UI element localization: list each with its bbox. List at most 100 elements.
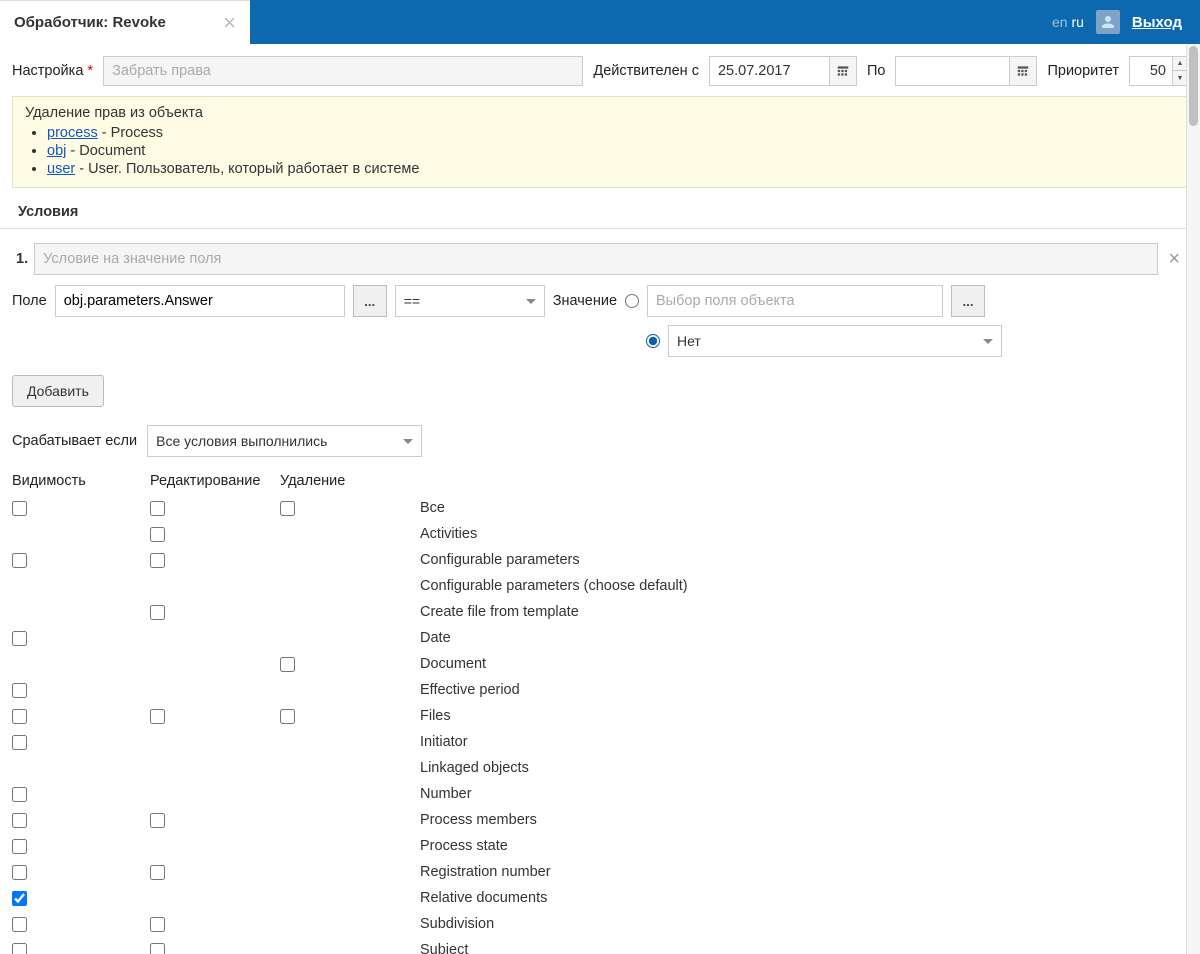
perm-label: Все: [420, 500, 1188, 516]
perm-row: Relative documents: [12, 885, 1188, 911]
visibility-checkbox[interactable]: [12, 891, 27, 906]
valid-from-input[interactable]: [709, 56, 829, 86]
edit-checkbox[interactable]: [150, 709, 165, 724]
visibility-checkbox[interactable]: [12, 683, 27, 698]
perm-label: Number: [420, 786, 1188, 802]
perm-label: Create file from template: [420, 604, 1188, 620]
perm-row: Initiator: [12, 729, 1188, 755]
calendar-icon[interactable]: [1009, 56, 1037, 86]
visibility-checkbox[interactable]: [12, 917, 27, 932]
perm-row: Registration number: [12, 859, 1188, 885]
lang-ru[interactable]: ru: [1071, 14, 1083, 30]
perm-label: Process members: [420, 812, 1188, 828]
trigger-label: Срабатывает если: [12, 433, 137, 449]
vertical-scrollbar[interactable]: [1186, 44, 1200, 954]
visibility-checkbox[interactable]: [12, 501, 27, 516]
perm-row: Process members: [12, 807, 1188, 833]
info-panel: Удаление прав из объекта process - Proce…: [12, 96, 1188, 188]
value-browse-button[interactable]: ...: [951, 285, 985, 317]
edit-checkbox[interactable]: [150, 553, 165, 568]
avatar-icon[interactable]: [1096, 10, 1120, 34]
logout-link[interactable]: Выход: [1132, 14, 1182, 31]
visibility-checkbox[interactable]: [12, 709, 27, 724]
settings-name-input[interactable]: [103, 56, 583, 86]
perm-label: Relative documents: [420, 890, 1188, 906]
perm-label: Configurable parameters: [420, 552, 1188, 568]
add-condition-button[interactable]: Добавить: [12, 375, 104, 407]
perm-row: Linkaged objects: [12, 755, 1188, 781]
value-label: Значение: [553, 293, 617, 309]
perm-label: Activities: [420, 526, 1188, 542]
calendar-icon[interactable]: [829, 56, 857, 86]
edit-checkbox[interactable]: [150, 527, 165, 542]
perm-row: Files: [12, 703, 1188, 729]
trigger-select[interactable]: Все условия выполнились: [147, 425, 422, 457]
lang-switch[interactable]: en ru: [1052, 14, 1084, 30]
visibility-checkbox[interactable]: [12, 839, 27, 854]
field-path-input[interactable]: [55, 285, 345, 317]
info-item: obj - Document: [47, 143, 1175, 159]
perm-label: Configurable parameters (choose default): [420, 578, 1188, 594]
perm-label: Effective period: [420, 682, 1188, 698]
perm-label: Subject: [420, 942, 1188, 954]
chevron-up-icon[interactable]: ▲: [1173, 57, 1187, 71]
condition-name-input[interactable]: [34, 243, 1158, 275]
perm-row: Number: [12, 781, 1188, 807]
perm-row: Create file from template: [12, 599, 1188, 625]
visibility-checkbox[interactable]: [12, 735, 27, 750]
valid-to-input[interactable]: [895, 56, 1009, 86]
visibility-checkbox[interactable]: [12, 813, 27, 828]
visibility-checkbox[interactable]: [12, 943, 27, 954]
visibility-checkbox[interactable]: [12, 553, 27, 568]
col-edit: Редактирование: [150, 473, 280, 489]
value-mode-field-radio[interactable]: [625, 294, 639, 308]
perm-label: Date: [420, 630, 1188, 646]
valid-to-label: По: [867, 63, 886, 79]
info-link[interactable]: process: [47, 125, 98, 141]
scrollbar-thumb[interactable]: [1189, 46, 1198, 126]
visibility-checkbox[interactable]: [12, 631, 27, 646]
chevron-down-icon: [526, 299, 536, 304]
priority-input[interactable]: [1129, 56, 1173, 86]
field-browse-button[interactable]: ...: [353, 285, 387, 317]
info-heading: Удаление прав из объекта: [25, 105, 1175, 121]
value-dropdown[interactable]: Нет: [668, 325, 1002, 357]
delete-checkbox[interactable]: [280, 709, 295, 724]
perm-row: Subdivision: [12, 911, 1188, 937]
field-label: Поле: [12, 293, 47, 309]
remove-condition-icon[interactable]: ×: [1164, 248, 1184, 271]
edit-checkbox[interactable]: [150, 943, 165, 954]
edit-checkbox[interactable]: [150, 865, 165, 880]
valid-from-label: Действителен с: [593, 63, 699, 79]
close-icon[interactable]: ×: [223, 10, 236, 36]
info-link[interactable]: user: [47, 161, 75, 177]
delete-checkbox[interactable]: [280, 657, 295, 672]
visibility-checkbox[interactable]: [12, 787, 27, 802]
value-mode-dropdown-radio[interactable]: [646, 334, 660, 348]
perm-label: Initiator: [420, 734, 1188, 750]
info-item: user - User. Пользователь, который работ…: [47, 161, 1175, 177]
lang-en[interactable]: en: [1052, 14, 1068, 30]
edit-checkbox[interactable]: [150, 605, 165, 620]
edit-checkbox[interactable]: [150, 917, 165, 932]
perm-label: Files: [420, 708, 1188, 724]
settings-label: Настройка *: [12, 63, 93, 79]
delete-checkbox[interactable]: [280, 501, 295, 516]
perm-row: Process state: [12, 833, 1188, 859]
perm-label: Linkaged objects: [420, 760, 1188, 776]
edit-checkbox[interactable]: [150, 813, 165, 828]
perm-label: Subdivision: [420, 916, 1188, 932]
col-delete: Удаление: [280, 473, 420, 489]
visibility-checkbox[interactable]: [12, 865, 27, 880]
operator-select[interactable]: ==: [395, 285, 545, 317]
chevron-down-icon[interactable]: ▼: [1173, 71, 1187, 85]
perm-row: Date: [12, 625, 1188, 651]
edit-checkbox[interactable]: [150, 501, 165, 516]
perm-row: Configurable parameters (choose default): [12, 573, 1188, 599]
col-visibility: Видимость: [12, 473, 150, 489]
info-link[interactable]: obj: [47, 143, 66, 159]
value-field-input[interactable]: [647, 285, 943, 317]
tab-title: Обработчик: Revoke: [14, 14, 166, 31]
tab-revoke[interactable]: Обработчик: Revoke ×: [0, 0, 250, 44]
perm-label: Document: [420, 656, 1188, 672]
